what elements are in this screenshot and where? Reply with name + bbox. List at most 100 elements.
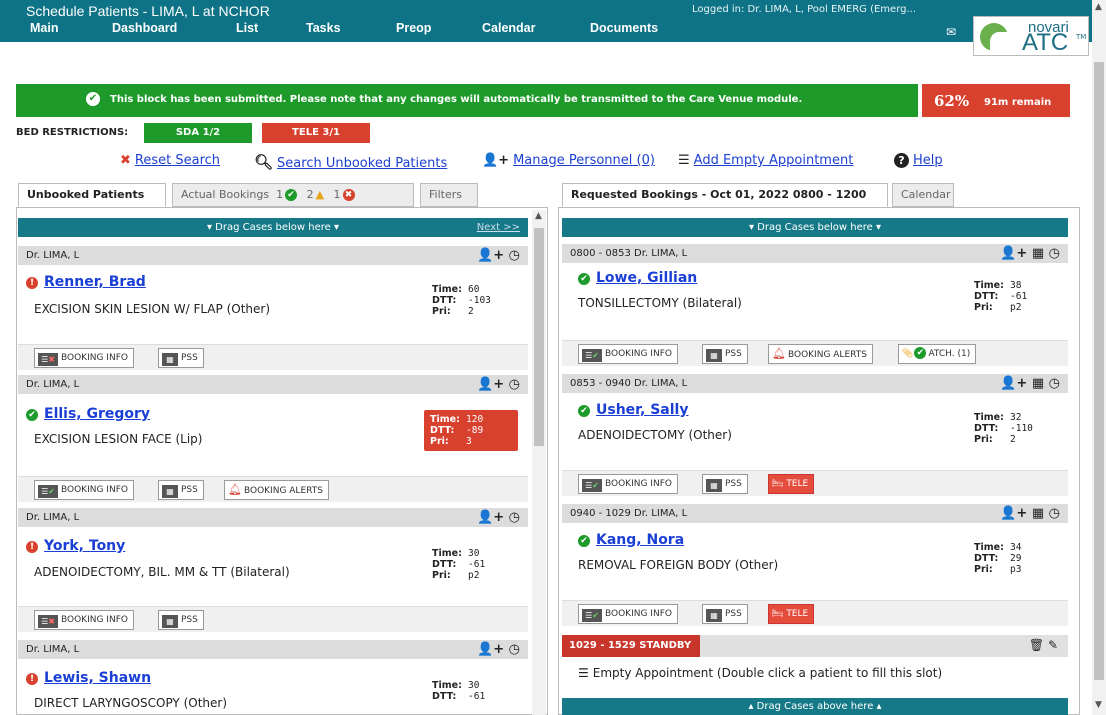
- patient-link[interactable]: ! York, Tony: [26, 538, 125, 554]
- add-person-icon[interactable]: 👤+: [1000, 506, 1027, 521]
- drag-target-top[interactable]: ▾ Drag Cases below here ▾: [562, 218, 1068, 237]
- nav-list[interactable]: List: [236, 21, 258, 35]
- clock-icon[interactable]: ◷: [509, 377, 520, 392]
- clock-icon[interactable]: ◷: [509, 248, 520, 263]
- drag-target-top[interactable]: ▾ Drag Cases below here ▾ Next >>: [18, 218, 528, 237]
- add-person-icon[interactable]: 👤+: [1000, 376, 1027, 391]
- procedure: TONSILLECTOMY (Bilateral): [578, 296, 742, 310]
- nav-calendar[interactable]: Calendar: [482, 21, 536, 35]
- pss-button[interactable]: ▦ PSS: [702, 344, 748, 364]
- booking-alerts-button[interactable]: 🔔︎ BOOKING ALERTS: [768, 344, 873, 364]
- search-unbooked-button[interactable]: 🔍︎ Search Unbooked Patients: [254, 153, 447, 173]
- drag-target-bottom[interactable]: ▴ Drag Cases above here ▴: [562, 698, 1068, 715]
- booking-info-button[interactable]: ☰✔ BOOKING INFO: [578, 344, 678, 364]
- pss-button[interactable]: ▦ PSS: [158, 348, 204, 368]
- patient-link[interactable]: ✔ Usher, Sally: [578, 402, 688, 418]
- dtt-label: DTT:: [974, 423, 999, 434]
- scroll-down-icon[interactable]: ▼: [1095, 700, 1102, 710]
- id-card-ok-icon: ☰✔: [582, 479, 602, 492]
- tele-bed-button[interactable]: 🛏︎ TELE: [768, 604, 815, 624]
- time-value: 60: [468, 284, 480, 295]
- reset-search-button[interactable]: ✖ Reset Search: [120, 153, 220, 173]
- dtt-label: DTT:: [432, 559, 457, 570]
- pencil-icon[interactable]: ✎: [1048, 638, 1058, 652]
- pss-button[interactable]: ▦ PSS: [158, 610, 204, 630]
- error-count: 1: [333, 188, 341, 201]
- dtt-value: -103: [468, 295, 491, 306]
- booking-info-button[interactable]: ☰✖ BOOKING INFO: [34, 348, 134, 368]
- submitted-banner: ✔ This block has been submitted. Please …: [16, 84, 918, 117]
- left-scroll-thumb[interactable]: [534, 228, 544, 446]
- tab-filters[interactable]: Filters: [420, 183, 478, 207]
- time-label: Time:: [432, 680, 462, 691]
- calendar-icon[interactable]: ▦: [1032, 506, 1044, 521]
- calendar-icon[interactable]: ▦: [1032, 246, 1044, 261]
- booking-button-row: ☰✔ BOOKING INFO ▦ PSS 🛏︎ TELE: [562, 600, 1068, 626]
- patient-link[interactable]: ! Renner, Brad: [26, 274, 146, 290]
- patient-link[interactable]: ! Lewis, Shawn: [26, 670, 151, 686]
- booking-info-button[interactable]: ☰✔ BOOKING INFO: [578, 604, 678, 624]
- nav-dashboard[interactable]: Dashboard: [112, 21, 177, 35]
- clock-icon[interactable]: ◷: [1049, 376, 1060, 391]
- procedure: EXCISION SKIN LESION W/ FLAP (Other): [34, 302, 270, 316]
- calendar-error-icon: ▦: [162, 353, 178, 366]
- clock-icon[interactable]: ◷: [509, 642, 520, 657]
- tab-actual-bookings[interactable]: Actual Bookings 1 ✔ 2 ▲ 1 ✖: [172, 183, 414, 207]
- pri-label: Pri:: [430, 436, 449, 447]
- add-person-icon[interactable]: 👤+: [477, 510, 504, 525]
- tab-calendar[interactable]: Calendar: [892, 183, 954, 207]
- nav-tasks[interactable]: Tasks: [306, 21, 341, 35]
- left-scrollbar[interactable]: ▲: [532, 210, 546, 715]
- add-person-icon[interactable]: 👤+: [477, 642, 504, 657]
- manage-personnel-button[interactable]: 👤+ Manage Personnel (0): [482, 153, 655, 173]
- page-scrollbar[interactable]: ▲ ▼: [1092, 0, 1106, 715]
- dtt-value: 29: [1010, 553, 1022, 564]
- case-metrics: Time: 30 DTT: -61 Pri: p2: [432, 548, 485, 581]
- dtt-value: -61: [468, 559, 486, 570]
- patient-link[interactable]: ✔ Ellis, Gregory: [26, 406, 150, 422]
- booking-info-button[interactable]: ☰✖ BOOKING INFO: [34, 610, 134, 630]
- tab-unbooked-patients[interactable]: Unbooked Patients: [18, 183, 166, 207]
- id-card-error-icon: ☰✖: [38, 353, 58, 366]
- scroll-up-icon[interactable]: ▲: [535, 211, 542, 221]
- booking-alerts-button[interactable]: 🔔︎ BOOKING ALERTS: [224, 480, 329, 500]
- time-label: Time:: [432, 548, 462, 559]
- next-link[interactable]: Next >>: [477, 218, 520, 237]
- clock-icon[interactable]: ◷: [509, 510, 520, 525]
- tele-bed-button[interactable]: 🛏︎ TELE: [768, 474, 815, 494]
- scroll-up-icon[interactable]: ▲: [1095, 2, 1102, 12]
- clock-icon[interactable]: ◷: [1049, 506, 1060, 521]
- search-icon: 🔍︎: [254, 153, 274, 171]
- mail-icon[interactable]: ✉: [946, 25, 956, 39]
- add-person-icon[interactable]: 👤+: [1000, 246, 1027, 261]
- trash-icon[interactable]: 🗑︎: [1029, 638, 1044, 652]
- nav-documents[interactable]: Documents: [590, 21, 658, 35]
- add-person-icon[interactable]: 👤+: [477, 377, 504, 392]
- procedure: ADENOIDECTOMY, BIL. MM & TT (Bilateral): [34, 565, 290, 579]
- clock-icon[interactable]: ◷: [1049, 246, 1060, 261]
- card-header: Dr. LIMA, L 👤+ ◷: [18, 640, 528, 659]
- add-person-icon[interactable]: 👤+: [477, 248, 504, 263]
- time-label: Time:: [430, 414, 460, 425]
- page-scroll-thumb[interactable]: [1094, 62, 1104, 680]
- calendar-icon[interactable]: ▦: [1032, 376, 1044, 391]
- booking-info-button[interactable]: ☰✔ BOOKING INFO: [34, 480, 134, 500]
- pss-button[interactable]: ▦ PSS: [702, 604, 748, 624]
- pss-button[interactable]: ▦ PSS: [702, 474, 748, 494]
- nav-main[interactable]: Main: [30, 21, 58, 35]
- pri-value: 2: [1010, 434, 1016, 445]
- nav-preop[interactable]: Preop: [396, 21, 431, 35]
- logo-text-bottom: ATC: [1022, 29, 1069, 56]
- patient-link[interactable]: ✔ Lowe, Gillian: [578, 270, 697, 286]
- add-empty-appointment-button[interactable]: ☰ Add Empty Appointment: [678, 153, 853, 173]
- patient-link[interactable]: ✔ Kang, Nora: [578, 532, 684, 548]
- tab-requested-bookings[interactable]: Requested Bookings - Oct 01, 2022 0800 -…: [562, 183, 888, 207]
- card-header: Dr. LIMA, L 👤+ ◷: [18, 246, 528, 265]
- bed-badge-tele: TELE 3/1: [262, 123, 370, 143]
- time-value: 32: [1010, 412, 1022, 423]
- pss-button[interactable]: ▦ PSS: [158, 480, 204, 500]
- attachments-button[interactable]: 📎︎ ✔ ATCH. (1): [898, 344, 977, 364]
- booking-info-button[interactable]: ☰✔ BOOKING INFO: [578, 474, 678, 494]
- empty-appointment[interactable]: ☰ Empty Appointment (Double click a patie…: [578, 666, 942, 680]
- help-button[interactable]: ? Help: [894, 153, 943, 173]
